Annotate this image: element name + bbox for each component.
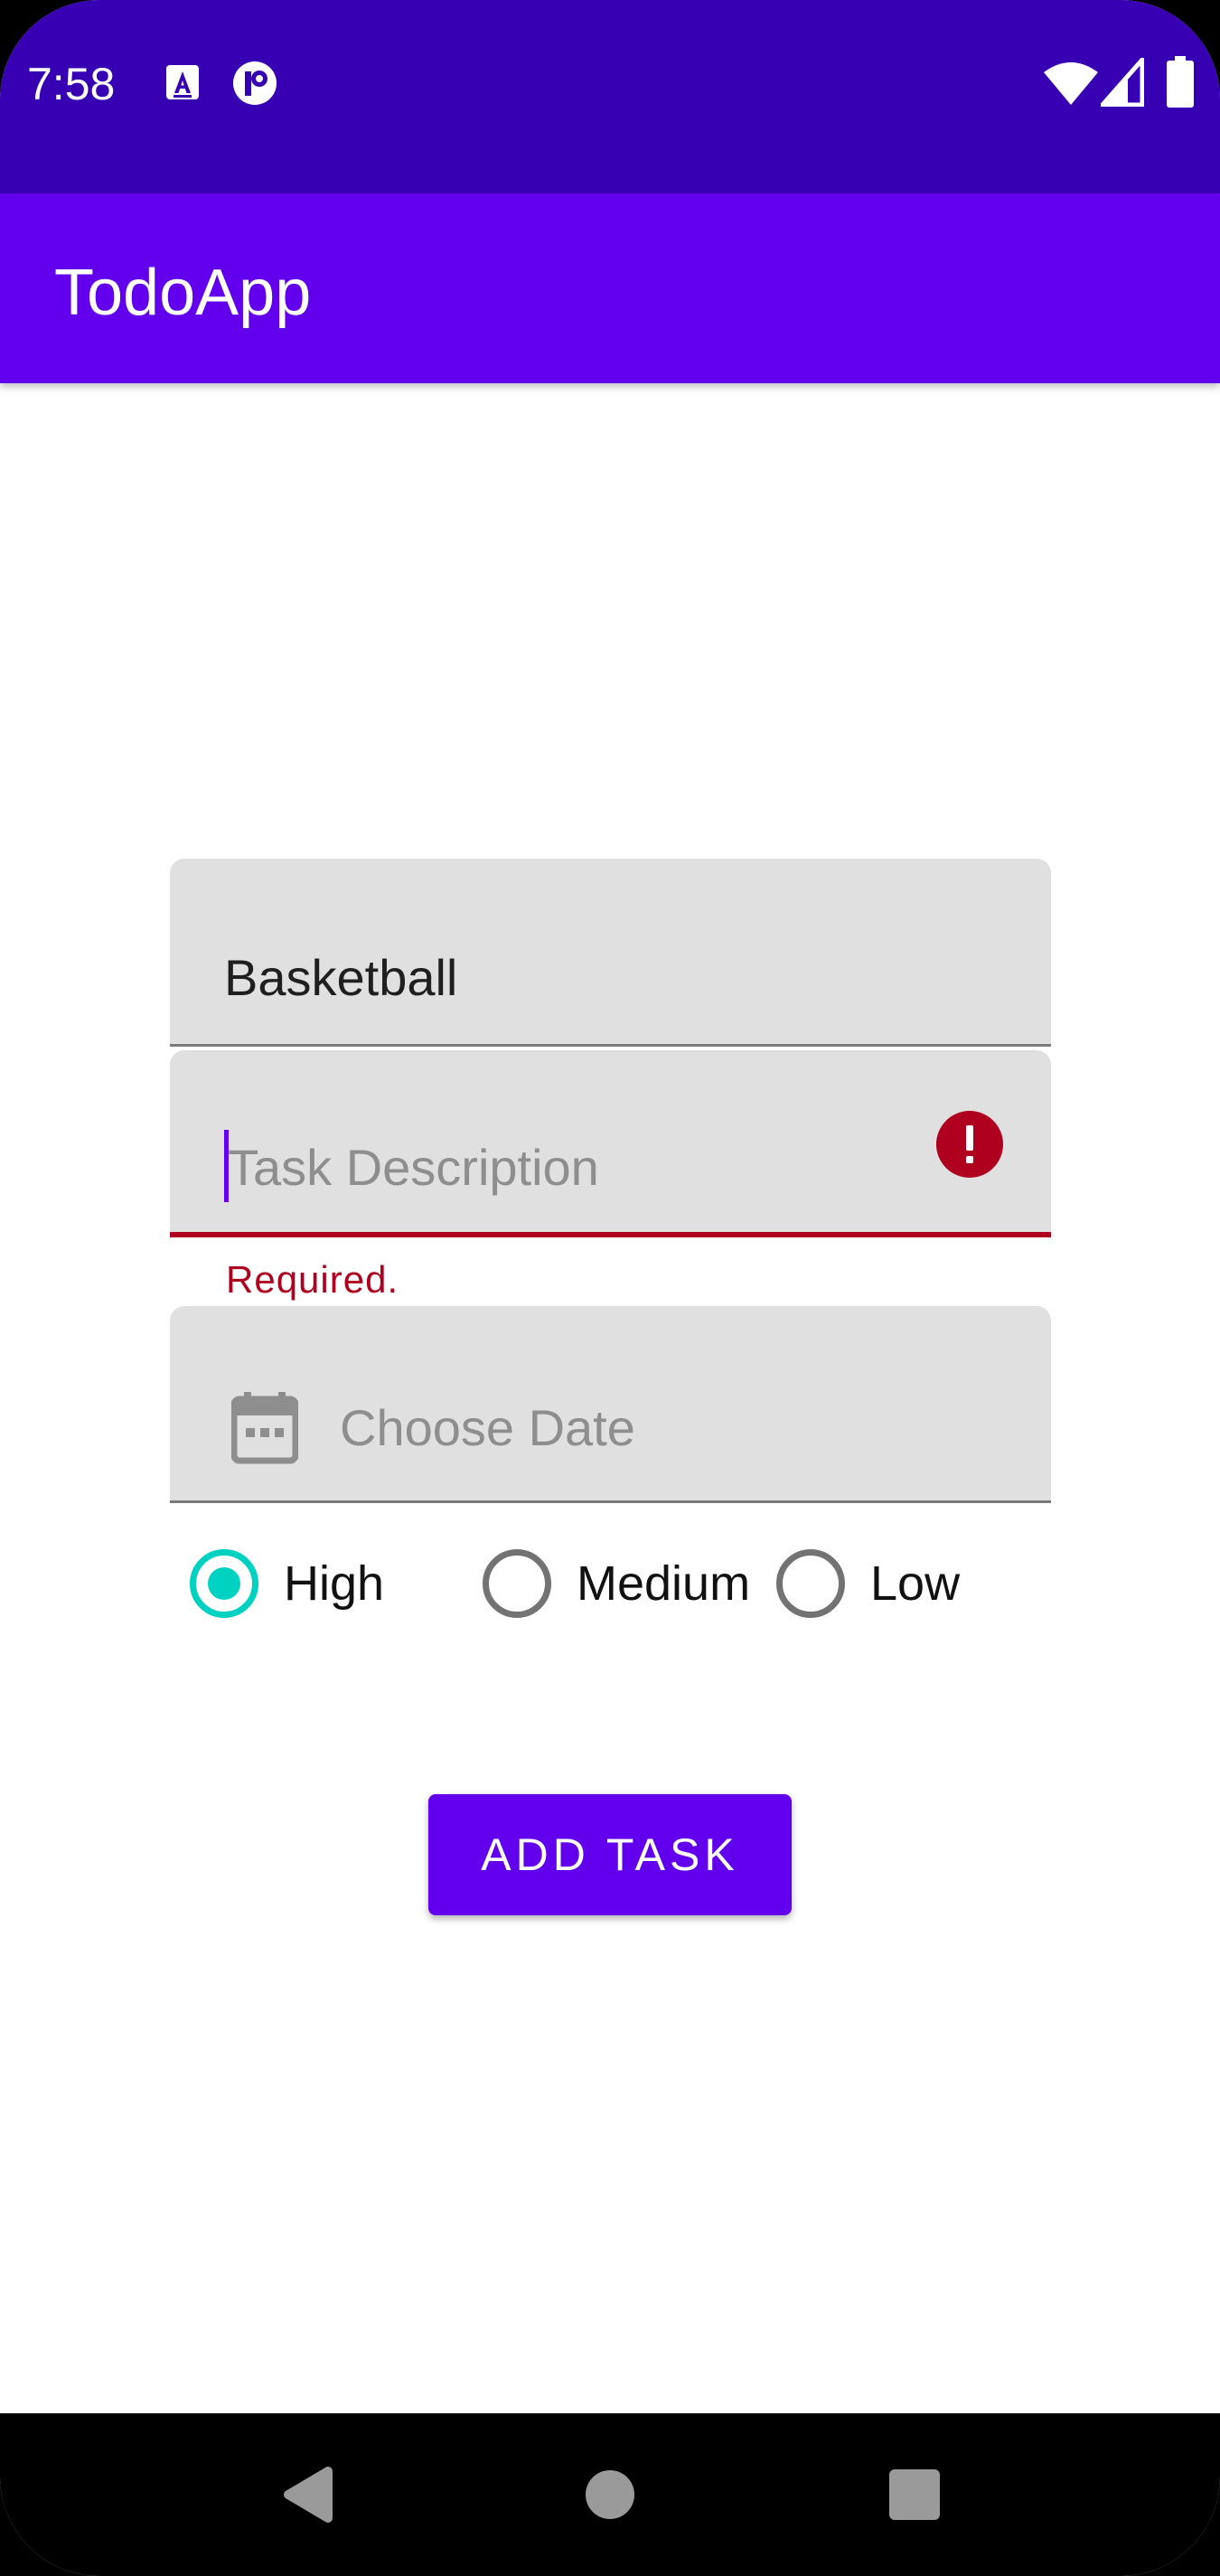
back-icon[interactable] — [212, 2413, 393, 2576]
choose-date-field[interactable]: Choose Date — [170, 1306, 1051, 1503]
task-description-placeholder: Task Description — [228, 1139, 599, 1196]
description-error-text: Required. — [226, 1258, 399, 1301]
priority-label-medium: Medium — [577, 1556, 751, 1611]
radio-circle — [776, 1549, 845, 1618]
circle-p-notification-icon — [233, 61, 277, 105]
app-bar: TodoApp — [0, 193, 1220, 383]
error-icon — [936, 1111, 1003, 1178]
task-title-field[interactable]: Basketball — [170, 859, 1051, 1047]
status-time: 7:58 — [27, 59, 116, 109]
add-task-button[interactable]: ADD TASK — [428, 1794, 792, 1915]
home-icon[interactable] — [520, 2413, 700, 2576]
battery-icon — [1167, 56, 1194, 108]
task-description-field[interactable]: Task Description — [170, 1050, 1051, 1237]
radio-circle-checked — [190, 1549, 258, 1618]
radio-circle — [483, 1549, 551, 1618]
navigation-bar — [0, 2413, 1220, 2576]
recents-icon[interactable] — [824, 2413, 1005, 2576]
phone-screen: 7:58 TodoApp Basketball Task Description… — [0, 0, 1220, 2576]
status-bar: 7:58 — [0, 0, 1220, 193]
priority-radio-medium[interactable]: Medium — [483, 1546, 750, 1622]
calendar-icon — [231, 1392, 298, 1464]
wifi-icon — [1044, 62, 1098, 105]
choose-date-placeholder: Choose Date — [340, 1399, 635, 1456]
app-title: TodoApp — [54, 257, 312, 329]
priority-label-low: Low — [870, 1556, 961, 1611]
priority-radio-high[interactable]: High — [190, 1546, 384, 1622]
cell-signal-icon — [1101, 58, 1144, 107]
priority-radio-low[interactable]: Low — [776, 1546, 960, 1622]
priority-label-high: High — [284, 1556, 385, 1611]
task-title-value: Basketball — [224, 949, 458, 1006]
a-notification-icon — [166, 65, 199, 99]
